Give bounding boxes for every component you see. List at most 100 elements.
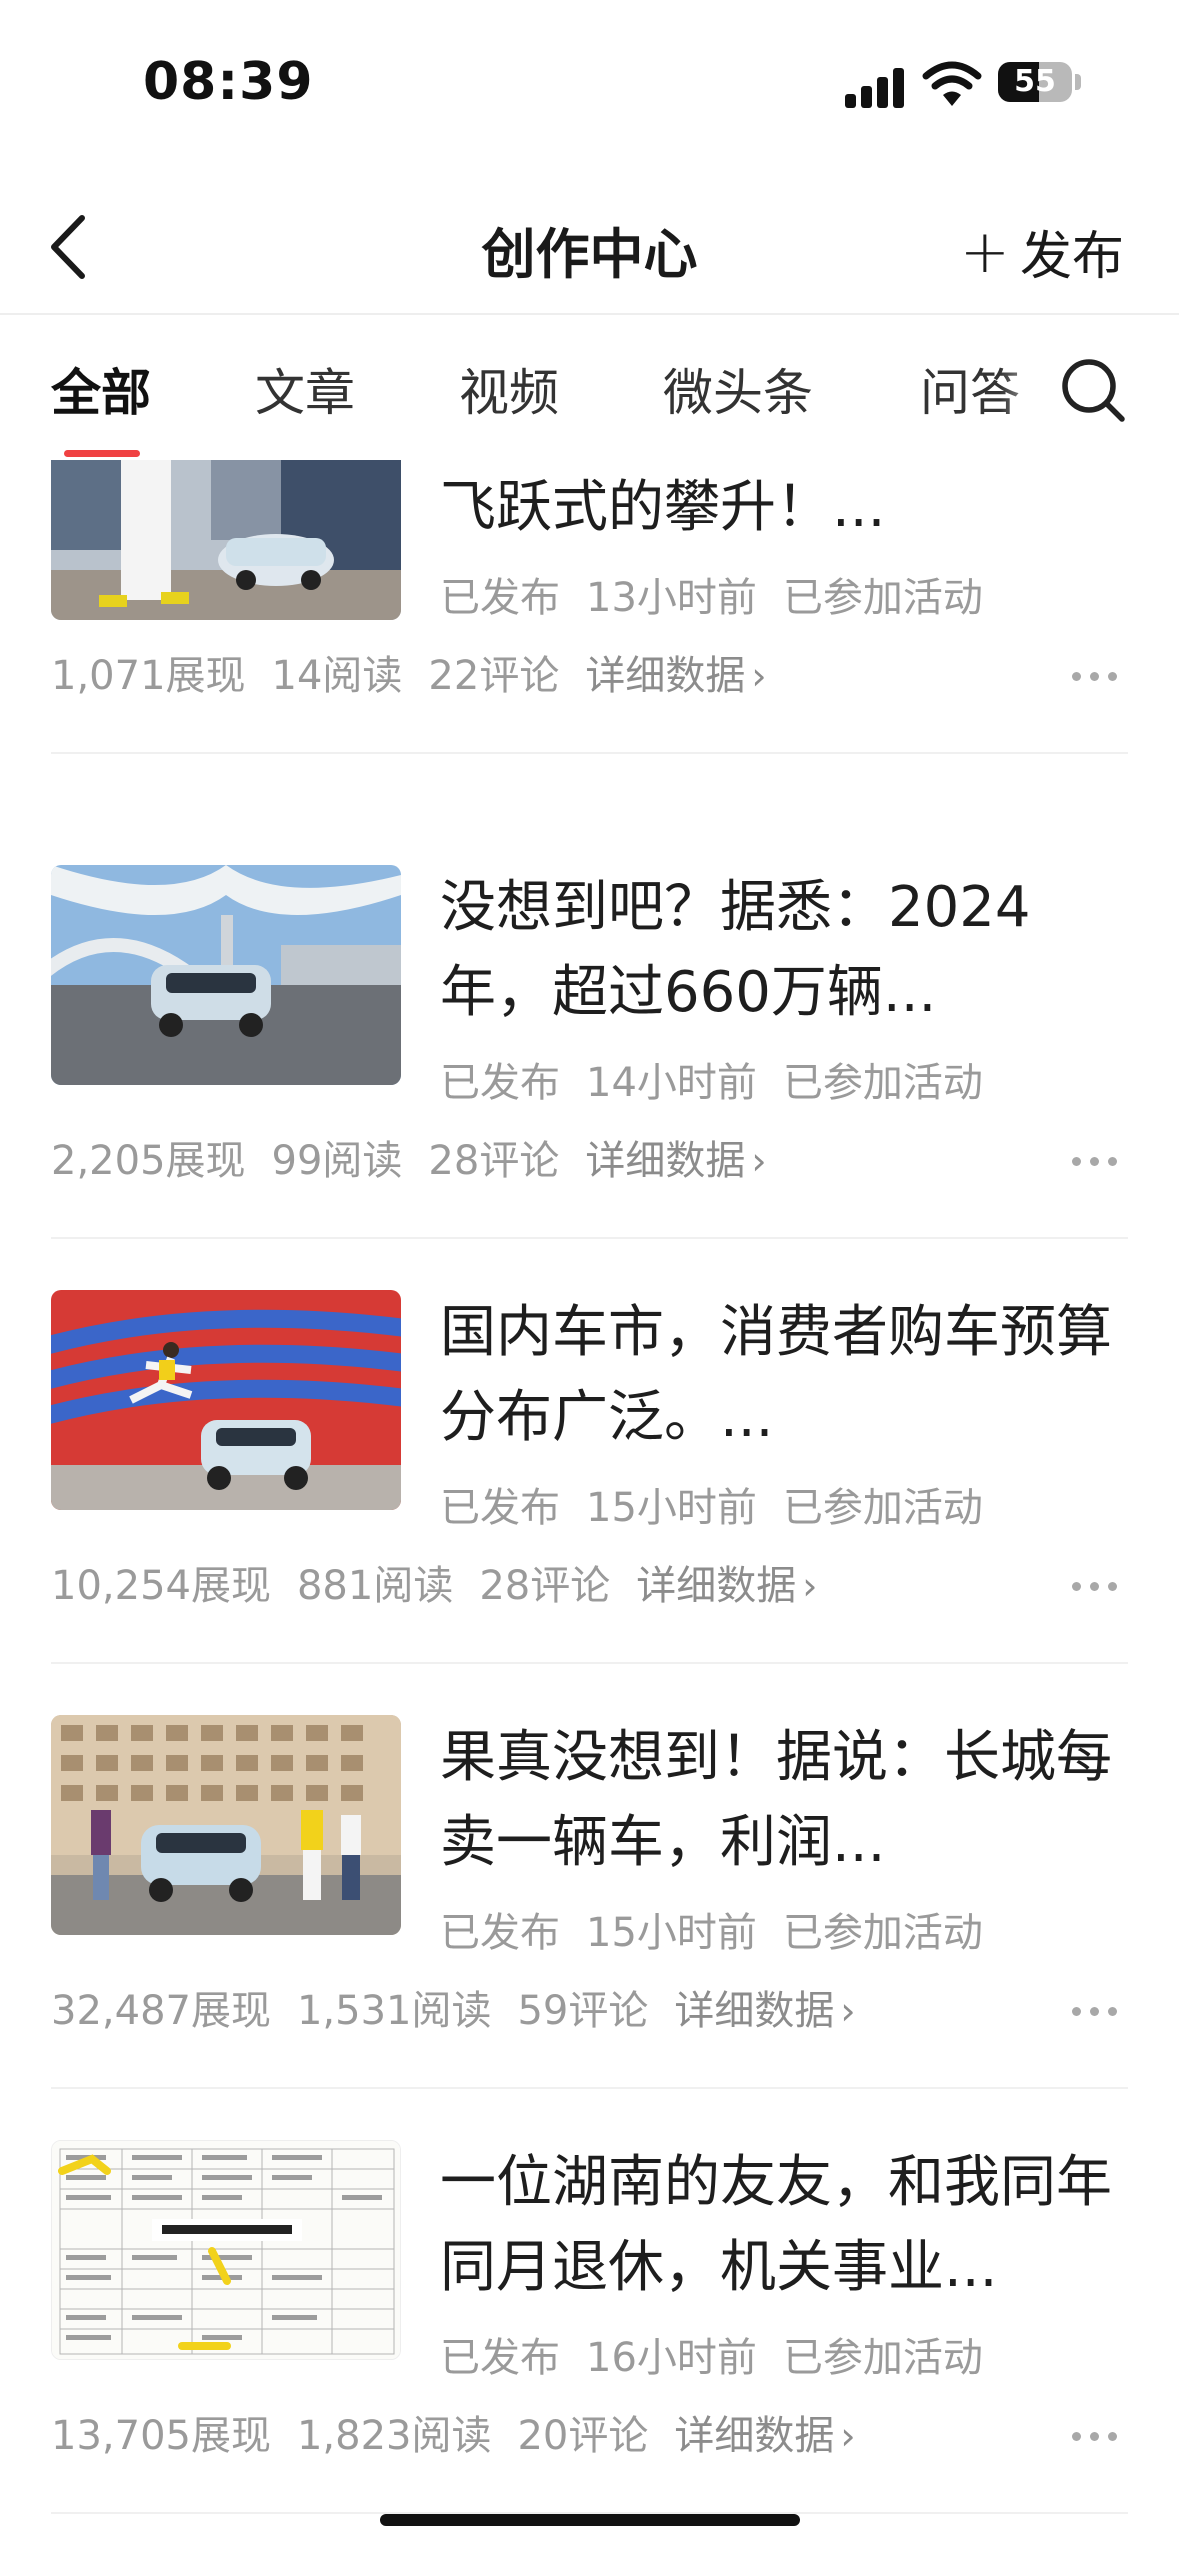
detail-data-link[interactable]: 详细数据 › — [585, 653, 792, 699]
item-divider — [51, 752, 1128, 754]
detail-data-label: 详细数据 — [585, 653, 746, 699]
detail-data-link[interactable]: 详细数据 › — [674, 1988, 881, 2034]
article-title[interactable]: 国内车市，消费者购车预算分布广泛。... — [440, 1290, 1130, 1460]
status-time: 08:39 — [143, 52, 314, 112]
article-meta: 已发布 15小时前 已参加活动 — [440, 1475, 1009, 1533]
article-item[interactable]: 没想到吧？据悉：2024年，超过660万辆... 已发布 14小时前 已参加活动 2… — [0, 865, 1179, 1290]
battery-tip — [1075, 74, 1081, 90]
chevron-right-icon: › — [840, 2414, 856, 2458]
article-stats: 32,487展现 1,531阅读 59评论 详细数据 › — [51, 1978, 908, 2036]
home-indicator[interactable] — [380, 2514, 800, 2526]
impressions-count: 13,705展现 — [51, 2413, 271, 2459]
impressions-count: 10,254展现 — [51, 1563, 271, 1609]
item-divider — [51, 1662, 1128, 1664]
wifi-icon — [922, 61, 982, 106]
article-title[interactable]: 2024年，零跑汽车的销量飞跃式的攀升！... — [440, 460, 1130, 550]
publish-time: 13小时前 — [586, 575, 757, 621]
detail-data-label: 详细数据 — [674, 1988, 835, 2034]
article-meta: 已发布 16小时前 已参加活动 — [440, 2325, 1009, 2383]
publish-time: 15小时前 — [586, 1485, 757, 1531]
activity-status: 已参加活动 — [782, 575, 983, 621]
detail-data-label: 详细数据 — [636, 1563, 797, 1609]
article-thumbnail — [51, 1290, 401, 1510]
publish-status: 已发布 — [440, 575, 560, 621]
battery-icon: 55 — [998, 62, 1072, 102]
comments-count: 20评论 — [517, 2413, 649, 2459]
article-thumbnail — [51, 2140, 401, 2360]
activity-status: 已参加活动 — [782, 2335, 983, 2381]
impressions-count: 32,487展现 — [51, 1988, 271, 2034]
tab-videos[interactable]: 视频 — [459, 353, 559, 425]
activity-status: 已参加活动 — [782, 1910, 983, 1956]
detail-data-link[interactable]: 详细数据 › — [636, 1563, 843, 1609]
publish-label: 发布 — [1019, 227, 1124, 287]
article-stats: 10,254展现 881阅读 28评论 详细数据 › — [51, 1553, 869, 1611]
article-stats: 13,705展现 1,823阅读 20评论 详细数据 › — [51, 2403, 908, 2461]
more-options-icon[interactable] — [1072, 2007, 1122, 2019]
article-title[interactable]: 没想到吧？据悉：2024年，超过660万辆... — [440, 865, 1130, 1035]
activity-status: 已参加活动 — [782, 1060, 983, 1106]
detail-data-label: 详细数据 — [674, 2413, 835, 2459]
article-list: 2024年，零跑汽车的销量飞跃式的攀升！... 已发布13小时前已参加活动 1,… — [0, 460, 1179, 2556]
reads-count: 1,823阅读 — [296, 2413, 492, 2459]
article-item[interactable]: 果真没想到！据说：长城每卖一辆车，利润... 已发布 15小时前 已参加活动 32,… — [0, 1715, 1179, 2140]
more-options-icon[interactable] — [1072, 1582, 1122, 1594]
publish-status: 已发布 — [440, 1060, 560, 1106]
impressions-count: 2,205展现 — [51, 1138, 246, 1184]
publish-time: 16小时前 — [586, 2335, 757, 2381]
article-title[interactable]: 一位湖南的友友，和我同年同月退休，机关事业... — [440, 2140, 1130, 2310]
item-divider — [51, 2087, 1128, 2089]
article-item[interactable]: 2024年，零跑汽车的销量飞跃式的攀升！... 已发布 13小时前已参加活动 1,… — [0, 460, 1179, 825]
article-stats: 2,205展现 99阅读 28评论 详细数据 › — [51, 1128, 819, 1186]
chevron-right-icon: › — [751, 1139, 767, 1183]
article-item[interactable]: 一位湖南的友友，和我同年同月退休，机关事业... 已发布 16小时前 已参加活动 1… — [0, 2140, 1179, 2556]
article-thumbnail — [51, 865, 401, 1085]
publish-time: 15小时前 — [586, 1910, 757, 1956]
article-meta: 已发布 13小时前 已参加活动 — [440, 565, 1009, 623]
tab-all[interactable]: 全部 — [51, 353, 151, 425]
article-thumbnail — [51, 1715, 401, 1935]
article-meta: 已发布 14小时前 已参加活动 — [440, 1050, 1009, 1108]
cellular-signal-icon — [845, 66, 907, 108]
status-bar: 08:39 55 — [0, 0, 1179, 170]
reads-count: 14阅读 — [271, 653, 403, 699]
tab-bar: 全部 文章 视频 微头条 问答 — [0, 315, 1179, 460]
publish-status: 已发布 — [440, 1910, 560, 1956]
comments-count: 28评论 — [479, 1563, 611, 1609]
nav-bar: 创作中心 + 发布 — [0, 170, 1179, 314]
comments-count: 28评论 — [428, 1138, 560, 1184]
article-title[interactable]: 果真没想到！据说：长城每卖一辆车，利润... — [440, 1715, 1130, 1885]
search-icon[interactable] — [1058, 355, 1128, 425]
more-options-icon[interactable] — [1072, 2432, 1122, 2444]
publish-status: 已发布 — [440, 2335, 560, 2381]
chevron-right-icon: › — [840, 1989, 856, 2033]
chevron-right-icon: › — [802, 1564, 818, 1608]
tab-articles[interactable]: 文章 — [255, 353, 355, 425]
tab-micro-headlines[interactable]: 微头条 — [663, 353, 813, 425]
publish-button[interactable]: + 发布 — [960, 214, 1124, 289]
article-item[interactable]: 国内车市，消费者购车预算分布广泛。... 已发布 15小时前 已参加活动 10,25… — [0, 1290, 1179, 1715]
impressions-count: 1,071展现 — [51, 653, 246, 699]
more-options-icon[interactable] — [1072, 1157, 1122, 1169]
article-meta: 已发布 15小时前 已参加活动 — [440, 1900, 1009, 1958]
reads-count: 99阅读 — [271, 1138, 403, 1184]
comments-count: 59评论 — [517, 1988, 649, 2034]
battery-percent: 55 — [1014, 64, 1056, 99]
reads-count: 1,531阅读 — [296, 1988, 492, 2034]
detail-data-label: 详细数据 — [585, 1138, 746, 1184]
active-tab-indicator — [64, 450, 140, 457]
publish-status: 已发布 — [440, 1485, 560, 1531]
chevron-right-icon: › — [751, 654, 767, 698]
detail-data-link[interactable]: 详细数据 › — [674, 2413, 881, 2459]
item-divider — [51, 1237, 1128, 1239]
plus-icon: + — [959, 216, 1010, 287]
detail-data-link[interactable]: 详细数据 › — [585, 1138, 792, 1184]
publish-time: 14小时前 — [586, 1060, 757, 1106]
more-options-icon[interactable] — [1072, 672, 1122, 684]
article-thumbnail — [51, 460, 401, 620]
activity-status: 已参加活动 — [782, 1485, 983, 1531]
comments-count: 22评论 — [428, 653, 560, 699]
article-stats: 1,071展现 14阅读 22评论 详细数据 › — [51, 643, 819, 701]
tab-fade-overlay — [1000, 335, 1060, 445]
reads-count: 881阅读 — [296, 1563, 454, 1609]
